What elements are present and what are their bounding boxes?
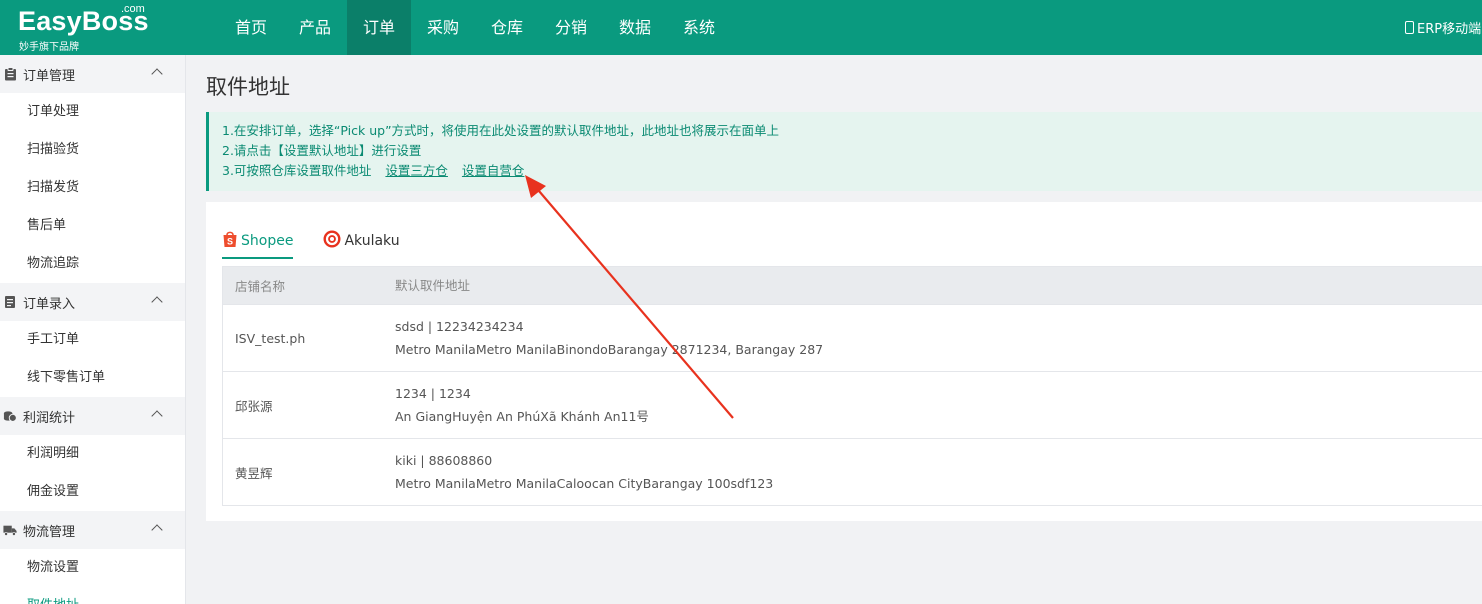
sidebar-item-order-processing[interactable]: 订单处理 [0,93,185,131]
easyboss-logo[interactable]: EasyBoss .com 妙手旗下品牌 [18,3,158,53]
shopee-bag-icon: S [222,230,238,252]
phone-icon [1405,21,1414,34]
nav-products[interactable]: 产品 [283,0,347,55]
logo-slogan: 妙手旗下品牌 [19,42,79,53]
sidebar-item-logistics-settings[interactable]: 物流设置 [0,549,185,587]
sidebar-group-order-management[interactable]: 订单管理 [0,55,185,93]
sidebar-group-title: 物流管理 [23,524,76,540]
sidebar-group-logistics[interactable]: 物流管理 [0,511,185,549]
main-nav: 首页 产品 订单 采购 仓库 分销 数据 系统 [219,0,731,55]
column-header-default-address: 默认取件地址 [395,278,471,293]
nav-purchase[interactable]: 采购 [411,0,475,55]
erp-mobile-link[interactable]: ERP移动端 [1405,18,1481,37]
sidebar-item-commission-settings[interactable]: 佣金设置 [0,473,185,511]
sidebar-item-profit-detail[interactable]: 利润明细 [0,435,185,473]
akulaku-circle-icon [323,230,341,252]
top-navbar: EasyBoss .com 妙手旗下品牌 首页 产品 订单 采购 仓库 分销 数… [0,0,1482,55]
nav-distribution[interactable]: 分销 [539,0,603,55]
contact-line: sdsd | 12234234234 [395,319,524,334]
notice-line-1: 1.在安排订单，选择“Pick up”方式时，将使用在此处设置的默认取件地址，此… [222,123,780,138]
svg-text:S: S [227,237,233,247]
sidebar-item-manual-order[interactable]: 手工订单 [0,321,185,359]
tab-shopee[interactable]: S Shopee [222,226,294,259]
nav-system[interactable]: 系统 [667,0,731,55]
coins-icon [3,409,17,423]
nav-home[interactable]: 首页 [219,0,283,55]
tab-akulaku[interactable]: Akulaku [323,226,400,256]
nav-warehouse[interactable]: 仓库 [475,0,539,55]
sidebar-group-title: 订单录入 [23,296,76,312]
sidebar-group-order-entry[interactable]: 订单录入 [0,283,185,321]
address-line: An GiangHuyện An PhúXã Khánh An11号 [395,409,649,424]
table-header: 店铺名称 默认取件地址 [223,267,1482,304]
sidebar-item-scan-ship[interactable]: 扫描发货 [0,169,185,207]
sidebar-item-after-sales[interactable]: 售后单 [0,207,185,245]
clipboard-icon [3,67,17,81]
store-name: ISV_test.ph [235,330,306,346]
chevron-up-icon [151,68,163,80]
notice-line-3-text: 3.可按照仓库设置取件地址 [222,163,372,178]
contact-line: kiki | 88608860 [395,453,493,468]
notice-line-3: 3.可按照仓库设置取件地址 设置三方仓 设置自营仓 [222,161,1482,181]
main-content: 取件地址 1.在安排订单，选择“Pick up”方式时，将使用在此处设置的默认取… [186,55,1482,604]
table-row: 黄昱辉 kiki | 88608860 Metro ManilaMetro Ma… [223,438,1482,505]
contact-line: 1234 | 1234 [395,386,471,401]
platform-tabs: S Shopee Akulaku [222,226,430,259]
address-panel: S Shopee Akulaku 店铺名称 默认取件地址 ISV_test.ph… [206,202,1482,521]
sidebar: 订单管理 订单处理 扫描验货 扫描发货 售后单 物流追踪 订单录入 手工订单 线… [0,55,186,604]
address-line: Metro ManilaMetro ManilaCaloocan CityBar… [395,476,774,491]
sidebar-item-scan-inspect[interactable]: 扫描验货 [0,131,185,169]
chevron-up-icon [151,410,163,422]
pickup-address-table: 店铺名称 默认取件地址 ISV_test.ph sdsd | 122342342… [222,266,1482,506]
store-name: 黄昱辉 [235,465,273,481]
truck-icon [3,523,17,537]
set-own-warehouse-link[interactable]: 设置自营仓 [462,163,525,178]
store-name: 邱张源 [235,398,273,414]
notice-line-2: 2.请点击【设置默认地址】进行设置 [222,143,422,158]
pickup-address-cell: sdsd | 12234234234 Metro ManilaMetro Man… [395,315,1482,361]
form-icon [3,295,17,309]
address-line: Metro ManilaMetro ManilaBinondoBarangay … [395,342,824,357]
chevron-up-icon [151,296,163,308]
sidebar-group-profit-stats[interactable]: 利润统计 [0,397,185,435]
table-row: ISV_test.ph sdsd | 12234234234 Metro Man… [223,304,1482,371]
sidebar-group-title: 订单管理 [23,68,76,84]
sidebar-group-title: 利润统计 [23,410,76,426]
erp-mobile-label: ERP移动端 [1417,22,1482,37]
tab-label: Akulaku [344,233,400,249]
page-title: 取件地址 [206,75,290,99]
pickup-address-cell: 1234 | 1234 An GiangHuyện An PhúXã Khánh… [395,382,1482,428]
chevron-up-icon [151,524,163,536]
logo-com: .com [121,3,145,15]
set-third-party-warehouse-link[interactable]: 设置三方仓 [385,163,448,178]
pickup-address-cell: kiki | 88608860 Metro ManilaMetro Manila… [395,449,1482,495]
nav-orders[interactable]: 订单 [347,0,411,55]
column-header-store-name: 店铺名称 [235,279,286,294]
sidebar-item-pickup-address[interactable]: 取件地址 [0,587,185,604]
notice-box: 1.在安排订单，选择“Pick up”方式时，将使用在此处设置的默认取件地址，此… [206,112,1482,191]
table-row: 邱张源 1234 | 1234 An GiangHuyện An PhúXã K… [223,371,1482,438]
sidebar-item-logistics-tracking[interactable]: 物流追踪 [0,245,185,283]
sidebar-item-offline-retail-order[interactable]: 线下零售订单 [0,359,185,397]
tab-label: Shopee [241,233,294,249]
nav-data[interactable]: 数据 [603,0,667,55]
